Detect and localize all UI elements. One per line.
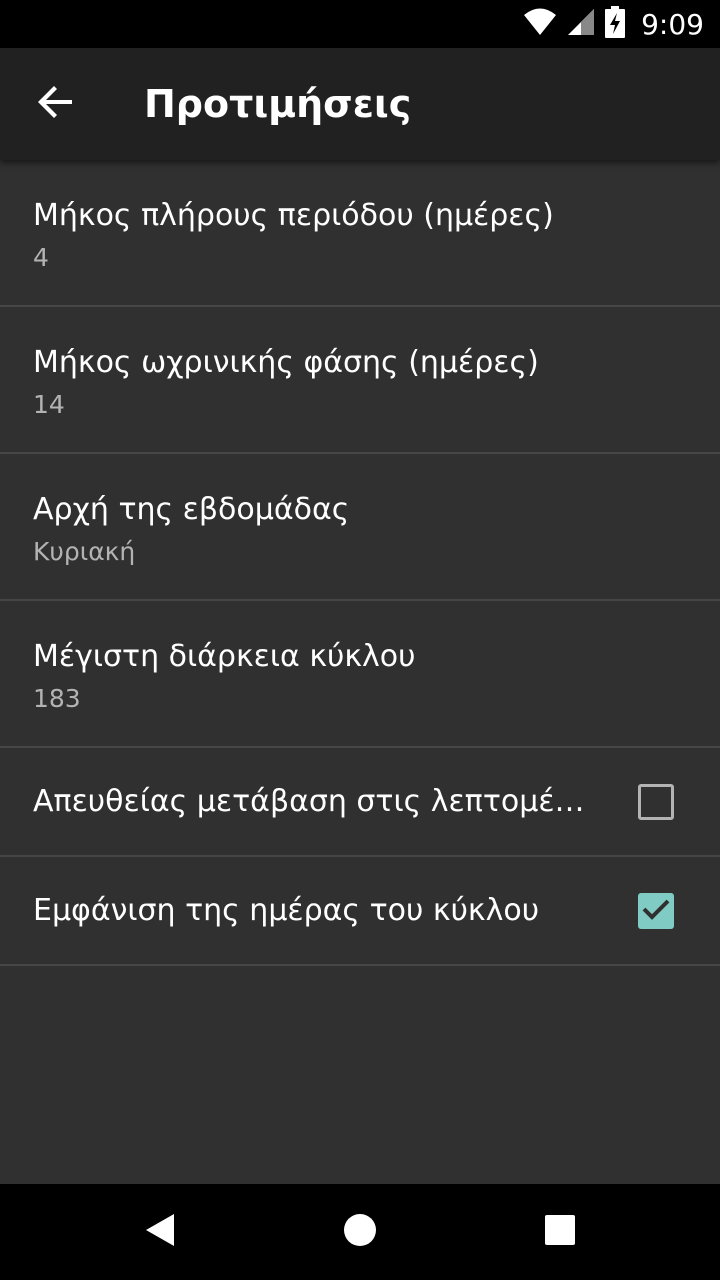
battery-charging-icon xyxy=(605,6,626,42)
pref-max-cycle-length[interactable]: Μέγιστη διάρκεια κύκλου 183 xyxy=(0,601,720,748)
home-circle-icon xyxy=(343,1213,377,1251)
pref-week-start[interactable]: Αρχή της εβδομάδας Κυριακή xyxy=(0,454,720,601)
pref-luteal-phase-length[interactable]: Μήκος ωχρινικής φάσης (ημέρες) 14 xyxy=(0,307,720,454)
nav-recents-button[interactable] xyxy=(528,1200,592,1264)
nav-home-button[interactable] xyxy=(328,1200,392,1264)
pref-title: Μήκος πλήρους περιόδου (ημέρες) xyxy=(33,198,554,233)
direct-to-details-checkbox[interactable] xyxy=(638,784,674,820)
back-triangle-icon xyxy=(144,1213,176,1251)
pref-title: Εμφάνιση της ημέρας του κύκλου xyxy=(33,893,540,928)
page-title: Προτιμήσεις xyxy=(144,82,412,126)
status-icons: 9:09 xyxy=(523,0,704,48)
pref-show-cycle-day[interactable]: Εμφάνιση της ημέρας του κύκλου xyxy=(0,857,720,966)
pref-title: Μέγιστη διάρκεια κύκλου xyxy=(33,639,416,674)
status-bar: 9:09 xyxy=(0,0,720,48)
pref-summary: 183 xyxy=(33,684,81,713)
app-bar: Προτιμήσεις xyxy=(0,48,720,160)
recents-square-icon xyxy=(544,1214,576,1250)
wifi-icon xyxy=(523,8,557,40)
preferences-list: Μήκος πλήρους περιόδου (ημέρες) 4 Μήκος … xyxy=(0,160,720,966)
pref-title: Μήκος ωχρινικής φάσης (ημέρες) xyxy=(33,345,539,380)
status-time: 9:09 xyxy=(641,7,704,41)
back-button[interactable] xyxy=(20,76,92,132)
pref-direct-to-details[interactable]: Απευθείας μετάβαση στις λεπτομέρε.. xyxy=(0,748,720,857)
check-icon xyxy=(641,897,671,925)
pref-summary: 4 xyxy=(33,243,49,272)
cell-signal-icon xyxy=(567,8,595,40)
nav-back-button[interactable] xyxy=(128,1200,192,1264)
arrow-back-icon xyxy=(38,84,74,124)
pref-title: Απευθείας μετάβαση στις λεπτομέρε.. xyxy=(33,784,593,819)
pref-summary: Κυριακή xyxy=(33,537,136,566)
pref-full-period-length[interactable]: Μήκος πλήρους περιόδου (ημέρες) 4 xyxy=(0,160,720,307)
show-cycle-day-checkbox[interactable] xyxy=(638,893,674,929)
pref-title: Αρχή της εβδομάδας xyxy=(33,492,350,527)
navigation-bar xyxy=(0,1184,720,1280)
pref-summary: 14 xyxy=(33,390,65,419)
